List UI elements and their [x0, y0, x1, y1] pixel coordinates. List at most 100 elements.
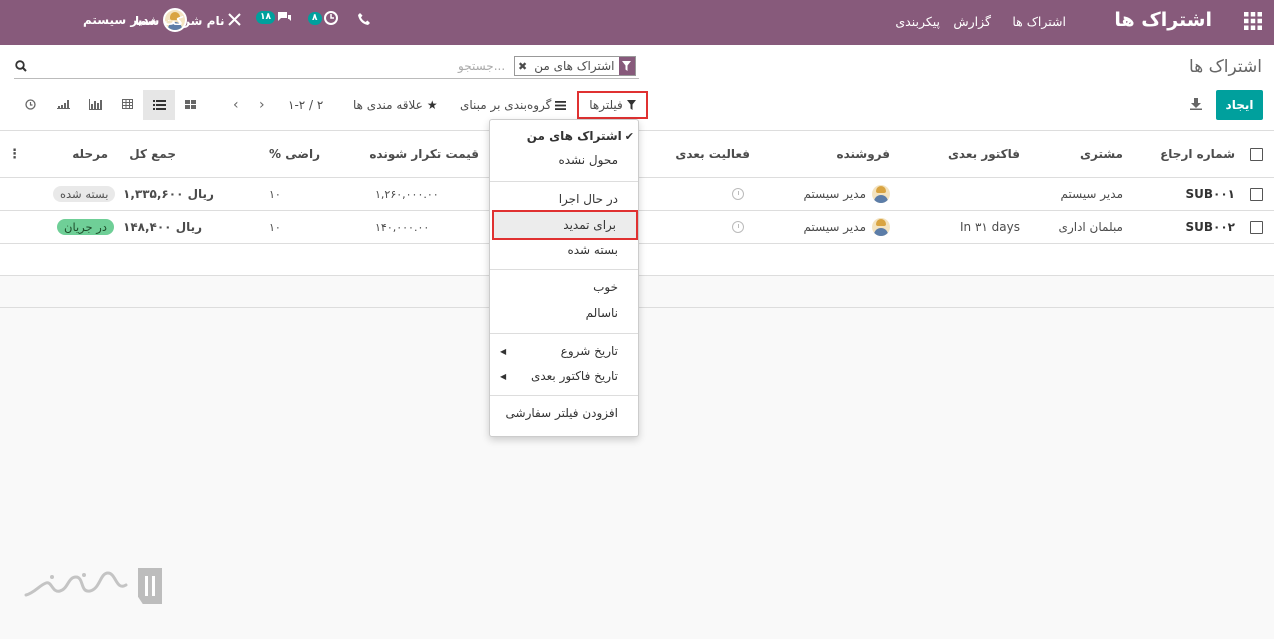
- filter-to-renew[interactable]: برای تمدید: [492, 210, 638, 240]
- caret-left-icon: ◀: [500, 371, 507, 381]
- favorites-button[interactable]: ★ علاقه مندی ها: [353, 98, 438, 112]
- row-next-invoice: In ۳۱ days: [960, 220, 1020, 234]
- kanban-view-icon[interactable]: [180, 94, 200, 114]
- filter-start-date[interactable]: ◀ تاریخ شروع: [490, 340, 638, 362]
- row-salesperson: مدیر سیستم: [803, 211, 890, 243]
- col-reference[interactable]: شماره ارجاع: [1160, 131, 1235, 177]
- add-custom-filter[interactable]: افزودن فیلتر سفارشی: [490, 402, 638, 424]
- col-total[interactable]: جمع کل: [129, 131, 176, 177]
- facet-label: اشتراک های من: [534, 59, 615, 73]
- filter-icon: [626, 100, 636, 110]
- filter-my-subscriptions[interactable]: اشتراک های من ✔: [490, 125, 638, 147]
- col-customer[interactable]: مشتری: [1080, 131, 1123, 177]
- download-icon[interactable]: [1190, 98, 1202, 113]
- menu-configuration[interactable]: پیکربندی: [895, 14, 940, 29]
- check-icon: ✔: [624, 129, 634, 143]
- activities-menu[interactable]: ۸: [308, 11, 338, 25]
- activity-clock-icon[interactable]: [732, 188, 744, 200]
- create-button[interactable]: ایجاد: [1216, 90, 1263, 120]
- pager-next-icon[interactable]: ›: [259, 97, 265, 113]
- pager-prev-icon[interactable]: ‹: [233, 97, 239, 113]
- apps-menu-icon[interactable]: [1244, 12, 1262, 30]
- app-title: اشتراک ها: [1114, 9, 1212, 31]
- menu-reporting[interactable]: گزارش: [953, 14, 991, 29]
- search-input[interactable]: جستجو...: [458, 59, 505, 73]
- row-satisfaction: ۱۰: [269, 187, 281, 201]
- salesperson-avatar: [872, 218, 890, 236]
- messages-count-badge: ۱۸: [256, 11, 275, 24]
- filter-good[interactable]: خوب: [490, 276, 638, 298]
- search-facet: اشتراک های من ✖: [514, 56, 636, 76]
- top-navbar: اشتراک ها اشتراک ها گزارش پیکربندی مدیر …: [0, 0, 1274, 45]
- row-recurring-price: ۱,۲۶۰,۰۰۰.۰۰: [375, 187, 439, 201]
- activity-view-icon[interactable]: [20, 94, 40, 114]
- dropdown-divider: [490, 269, 638, 270]
- watermark-mark-icon: [138, 568, 162, 604]
- row-total: ۱,۳۳۵,۶۰۰ ریال: [123, 187, 214, 201]
- filters-label: فیلترها: [589, 98, 623, 112]
- dropdown-divider: [490, 395, 638, 396]
- caret-left-icon: ◀: [500, 346, 507, 356]
- select-all-checkbox[interactable]: [1250, 147, 1263, 161]
- breadcrumb: اشتراک ها: [1189, 57, 1262, 77]
- filter-next-invoice-date-label: تاریخ فاکتور بعدی: [530, 369, 618, 383]
- col-salesperson[interactable]: فروشنده: [837, 131, 891, 177]
- dropdown-divider: [490, 333, 638, 334]
- filter-facet-icon: [618, 57, 635, 75]
- activity-clock-icon[interactable]: [732, 221, 744, 233]
- row-reference: SUB۰۰۲: [1185, 220, 1235, 234]
- debug-tools-icon[interactable]: [228, 13, 241, 26]
- row-reference: SUB۰۰۱: [1185, 187, 1235, 201]
- stage-badge: بسته شده: [53, 186, 116, 202]
- salesperson-name: مدیر سیستم: [803, 187, 867, 201]
- cohort-view-icon[interactable]: [53, 94, 73, 114]
- row-total: ۱۴۸,۴۰۰ ریال: [123, 220, 203, 234]
- filters-dropdown: اشتراک های من ✔ محول نشده در حال اجرا بر…: [489, 119, 639, 437]
- facet-remove-icon[interactable]: ✖: [515, 57, 530, 75]
- row-customer: مدیر سیستم: [1060, 187, 1124, 201]
- search-icon[interactable]: [15, 60, 27, 75]
- clock-icon: [323, 11, 338, 25]
- messages-menu[interactable]: ۱۸: [256, 11, 292, 24]
- star-icon: ★: [426, 98, 438, 112]
- row-salesperson: مدیر سیستم: [803, 178, 890, 210]
- filter-next-invoice-date[interactable]: ◀ تاریخ فاکتور بعدی: [490, 365, 638, 387]
- company-switcher[interactable]: نام شرکت شما: [135, 14, 224, 28]
- groupby-label: گروه‌بندی بر مبنای: [460, 98, 552, 112]
- dropdown-divider: [490, 181, 638, 182]
- groupby-button[interactable]: گروه‌بندی بر مبنای: [460, 98, 567, 112]
- pager-value[interactable]: ۱-۲ / ۲: [288, 98, 323, 112]
- salesperson-name: مدیر سیستم: [803, 220, 867, 234]
- filter-unhealthy[interactable]: ناسالم: [490, 302, 638, 324]
- graph-view-icon[interactable]: [85, 94, 105, 114]
- list-bars-icon: [555, 100, 567, 110]
- row-checkbox[interactable]: [1250, 220, 1263, 234]
- filter-in-progress[interactable]: در حال اجرا: [490, 188, 638, 210]
- col-next-invoice[interactable]: فاکتور بعدی: [948, 131, 1020, 177]
- stage-badge: در جریان: [57, 219, 114, 235]
- col-next-activity[interactable]: فعالیت بعدی: [675, 131, 750, 177]
- row-customer: مبلمان اداری: [1058, 220, 1123, 234]
- filter-my-subscriptions-label: اشتراک های من: [526, 129, 622, 143]
- filters-button[interactable]: فیلترها: [577, 91, 648, 119]
- activities-count-badge: ۸: [308, 11, 322, 25]
- phone-icon[interactable]: [358, 13, 370, 25]
- filter-closed[interactable]: بسته شده: [490, 239, 638, 261]
- control-panel: اشتراک ها اشتراک های من ✖ جستجو... ایجاد…: [0, 45, 1274, 131]
- watermark-logo: [22, 568, 162, 604]
- list-view-icon[interactable]: [143, 90, 175, 120]
- row-checkbox[interactable]: [1250, 187, 1263, 201]
- salesperson-avatar: [872, 185, 890, 203]
- col-satisfaction[interactable]: % راضی: [269, 131, 320, 177]
- col-recurring-price[interactable]: قیمت تکرار شونده: [369, 131, 479, 177]
- watermark-script-icon: [24, 571, 128, 597]
- col-stage[interactable]: مرحله: [72, 131, 108, 177]
- menu-subscriptions[interactable]: اشتراک ها: [1012, 14, 1066, 29]
- favorites-label: علاقه مندی ها: [353, 98, 423, 112]
- optional-columns-icon[interactable]: ⋮: [8, 131, 21, 177]
- row-satisfaction: ۱۰: [269, 220, 281, 234]
- search-underline: [14, 78, 639, 79]
- pivot-view-icon[interactable]: [117, 94, 137, 114]
- filter-unassigned[interactable]: محول نشده: [490, 149, 638, 171]
- filter-start-date-label: تاریخ شروع: [560, 344, 618, 358]
